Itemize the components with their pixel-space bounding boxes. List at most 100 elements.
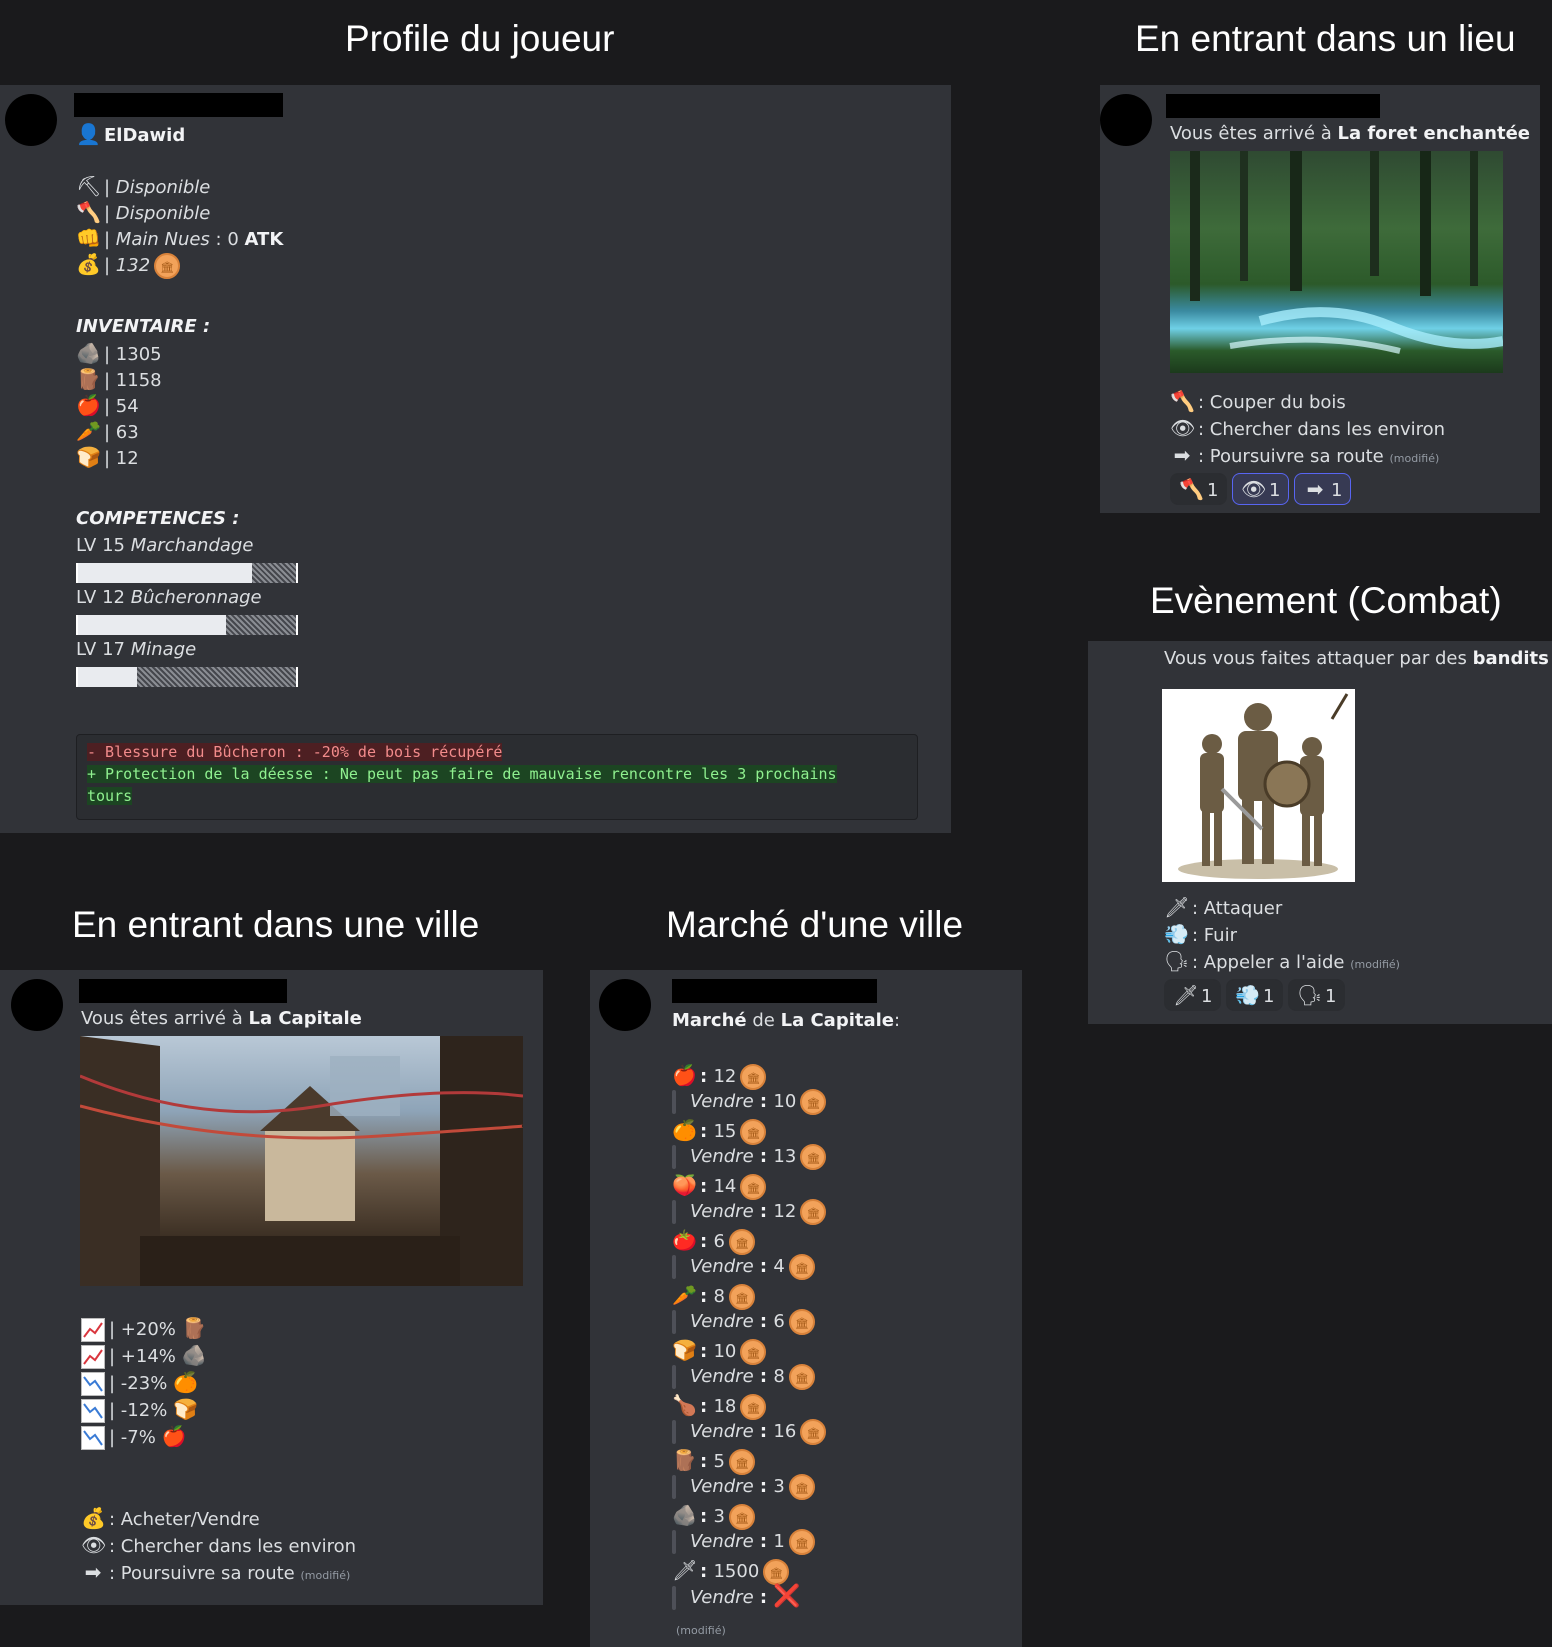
action-line: 💰: Acheter/Vendre [81,1505,260,1533]
modified-label: (modifié) [676,1624,726,1637]
coin-icon: 🏛 [800,1144,827,1170]
separator: | [109,1373,121,1394]
arrow-right-icon: ➡ [1173,443,1191,467]
colon: : [753,1311,774,1332]
reaction-button[interactable]: 💨 1 [1226,979,1284,1011]
tomato-icon: 🍅 [672,1228,697,1252]
skill-name: Marchandage [130,535,254,556]
sell-label: Vendre [690,1421,754,1442]
quote-bar [672,1530,676,1554]
reaction-button[interactable]: ➡ 1 [1294,473,1352,505]
status-text: Disponible [115,203,211,224]
market-buy-line: 🍎: 12 🏛 [672,1062,767,1090]
skill-level: LV 17 [76,639,125,660]
action-text: : Acheter/Vendre [109,1509,260,1530]
reaction-button[interactable]: 🪓 1 [1170,473,1228,505]
city-scene [80,1036,523,1286]
inventory-count: 12 [115,448,139,469]
market-buy-line: 🍑: 14 🏛 [672,1172,767,1200]
reaction-count: 1 [1207,480,1219,501]
arrival-place: La Capitale [248,1008,362,1029]
coin-icon: 🏛 [740,1119,767,1145]
market-suffix: : [894,1010,901,1031]
buy-price: 12 [713,1066,737,1087]
separator: | [104,177,116,198]
coin-icon: 🏛 [740,1174,767,1200]
reaction-count: 1 [1331,480,1343,501]
sell-label: Vendre [690,1201,754,1222]
forest-image[interactable] [1170,151,1503,373]
action-line: ➡: Poursuivre sa route (modifié) [1170,442,1440,472]
skill-label: LV 15 Marchandage [76,533,253,559]
status-line: ⛏ | Disponible [76,173,210,201]
inventory-count: 1305 [115,344,162,365]
username[interactable]: ElDawid [104,125,185,146]
coin-icon: 🏛 [728,1449,755,1475]
status-text: Main Nues [115,229,210,250]
bandits-image[interactable] [1162,689,1355,882]
skill-name: Minage [130,639,197,660]
avatar[interactable] [1100,94,1152,146]
market-sell-line: Vendre : 6 🏛 [672,1309,815,1335]
trend-value: +20% [120,1319,176,1340]
redacted-name [1166,94,1380,118]
effects-codeblock: - Blessure du Bûcheron : -20% de bois ré… [76,734,918,820]
market-sell-line: Vendre : 12 🏛 [672,1199,827,1225]
separator: | [109,1319,121,1340]
reaction-button[interactable]: 🗣 1 [1288,979,1346,1011]
axe-icon: 🪓 [1179,477,1204,501]
speaking-head-icon: 🗣 [1297,983,1323,1007]
colon: : [700,1506,714,1527]
dash-icon: 💨 [1235,983,1260,1007]
reaction-button[interactable]: 🗡 1 [1164,979,1222,1011]
sell-label: Vendre [690,1146,754,1167]
profile-panel: 👤 ElDawid INVENTAIRE : COMPETENCES : - Bl… [0,85,951,833]
buy-price: 6 [713,1231,725,1252]
buy-price: 10 [713,1341,737,1362]
peach-icon: 🍑 [672,1173,697,1197]
action-line: 🪓: Couper du bois [1170,388,1346,416]
speaking-head-icon: 🗣 [1164,949,1190,973]
coin-icon: 🏛 [740,1339,767,1365]
market-label: Marché [672,1010,747,1031]
attack-text: Vous vous faites attaquer par des bandit… [1164,646,1552,672]
avatar[interactable] [599,979,651,1031]
reaction-button[interactable]: 👁 1 [1232,473,1290,505]
separator: | [104,344,116,365]
bandits-drawing [1178,693,1349,879]
trend-value: -23% [120,1373,168,1394]
eye-icon: 👁 [1170,416,1196,440]
market-buy-line: 🍅: 6 🏛 [672,1227,755,1255]
colon: : [753,1091,774,1112]
skill-progress-bar [76,615,298,635]
sell-label: Vendre [690,1091,754,1112]
coin-icon: 🏛 [788,1254,815,1280]
forest-scene [1190,151,1503,354]
colon: : [700,1396,714,1417]
price-trend: | -12% 🍞 [81,1396,201,1424]
avatar[interactable] [5,94,57,146]
quote-bar [672,1145,676,1169]
price-trend: | -7% 🍎 [81,1423,190,1451]
coin-icon: 🏛 [800,1419,827,1445]
sell-price: 3 [773,1476,785,1497]
action-line: 🗣: Appeler a l'aide (modifié) [1164,948,1400,978]
dagger-icon: 🗡 [1164,895,1190,919]
sell-price: 12 [773,1201,797,1222]
avatar[interactable] [11,979,63,1031]
sell-price: 16 [773,1421,797,1442]
attack-enemy: bandits [1472,648,1549,669]
arrow-right-icon: ➡ [84,1560,102,1584]
redacted-name [672,979,877,1003]
skill-progress-bar [76,667,298,687]
market-mid: de [746,1010,781,1031]
city-image[interactable] [80,1036,523,1286]
inventory-title: INVENTAIRE : [76,316,211,337]
quote-bar [672,1255,676,1279]
lieu-section-title: En entrant dans un lieu [1135,18,1516,59]
colon: : [753,1366,774,1387]
colon: : [700,1121,714,1142]
skill-label: LV 17 Minage [76,637,196,663]
separator: | [109,1346,121,1367]
colon: : [700,1066,714,1087]
